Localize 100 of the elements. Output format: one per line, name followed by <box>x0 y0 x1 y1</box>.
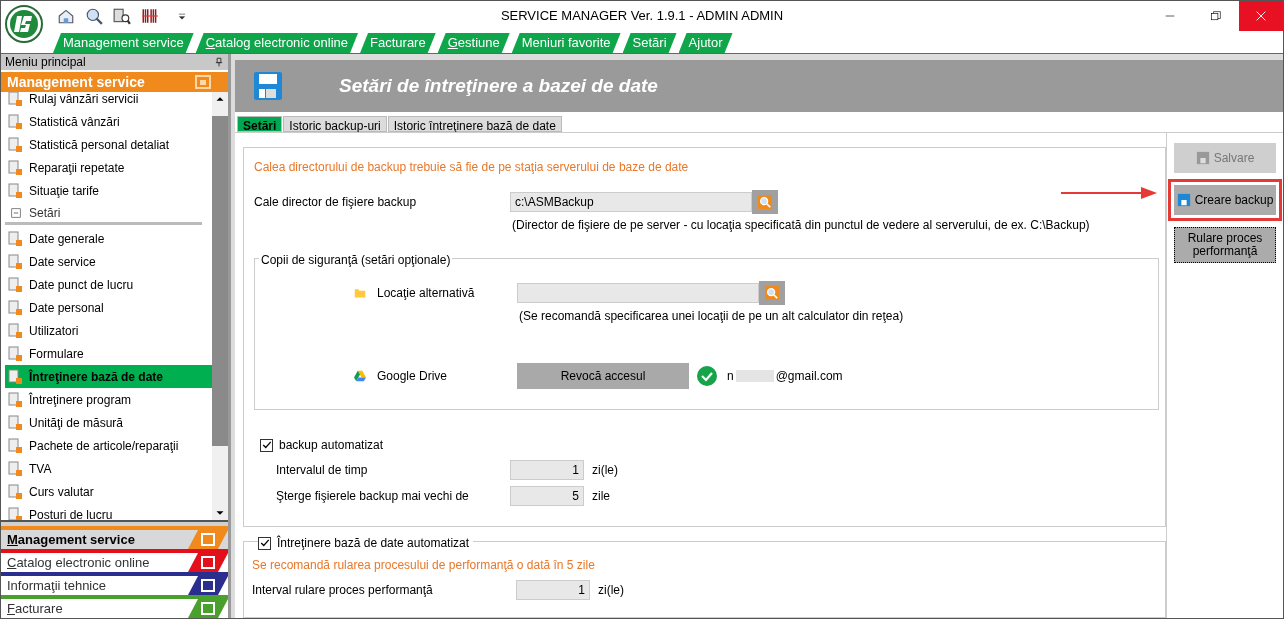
sidebar-item[interactable]: Formulare <box>5 342 212 365</box>
checkbox[interactable] <box>260 438 273 452</box>
barcode-icon <box>141 7 159 25</box>
magnifier-icon <box>765 286 779 300</box>
document-icon <box>7 230 23 247</box>
document-icon <box>7 136 23 153</box>
sidebar-item[interactable]: Rulaj vânzări servicii <box>5 92 212 110</box>
document-icon <box>7 391 23 408</box>
sidebar-item[interactable]: Date personal <box>5 296 212 319</box>
document-icon <box>7 322 23 339</box>
action-button[interactable]: Rulare proces performanţă <box>1174 227 1276 263</box>
section-label: Informaţii tehnice <box>6 576 106 595</box>
tab[interactable]: Istoric întreţinere bază de date <box>387 116 562 132</box>
sidebar-item[interactable]: Pachete de articole/reparaţii <box>5 434 212 457</box>
checkbox[interactable] <box>258 536 271 550</box>
section-icon <box>188 553 228 572</box>
document-search-icon <box>113 7 131 25</box>
sidebar-section[interactable]: Facturare <box>1 595 228 618</box>
sidebar-item[interactable]: Utilizatori <box>5 319 212 342</box>
warning-note: Calea directorului de backup trebuie să fie de pe staţia serverului de baze de date <box>254 159 690 176</box>
field-label: Şterge fişierele backup mai vechi de <box>275 488 470 505</box>
tab[interactable]: Setări <box>237 116 283 132</box>
field-label: Cale director de fişiere backup <box>254 194 418 211</box>
pin-icon <box>214 57 224 67</box>
section-icon <box>192 74 214 90</box>
action-button[interactable]: Creare backup <box>1174 185 1276 215</box>
document-icon <box>7 414 23 431</box>
sidebar-item[interactable]: Date service <box>5 250 212 273</box>
document-icon <box>7 483 23 500</box>
path-field[interactable]: c:\ASMBackup <box>510 192 752 212</box>
sidebar-item[interactable]: Date punct de lucru <box>5 273 212 296</box>
window-title: SERVICE MANAGER Ver. 1.9.1 - ADMIN ADMIN <box>499 7 785 26</box>
browse-button[interactable] <box>759 281 785 305</box>
sidebar-item[interactable]: Situaţie tarife <box>5 179 212 202</box>
section-title: Management service <box>7 72 145 92</box>
number-field[interactable]: 1 <box>516 580 590 600</box>
revoke-button[interactable]: Revocă accesul <box>517 363 689 389</box>
unit-label: zi(le) <box>598 582 624 599</box>
sidebar-item[interactable]: Statistică vânzări <box>5 110 212 133</box>
folder-icon <box>353 287 367 299</box>
sidebar-item[interactable]: Reparaţii repetate <box>5 156 212 179</box>
document-icon <box>7 276 23 293</box>
checkbox-label: backup automatizat <box>279 437 384 454</box>
group-header[interactable]: Setări <box>5 204 202 225</box>
checkmark-icon <box>259 538 270 548</box>
sidebar-item[interactable]: Curs valutar <box>5 480 212 503</box>
sidebar-item[interactable]: Întreţinere bază de date <box>5 365 212 388</box>
document-icon <box>7 182 23 199</box>
triangle-icon <box>353 370 367 382</box>
tab[interactable]: Istoric backup-uri <box>283 116 387 132</box>
document-icon <box>7 506 23 520</box>
document-icon <box>7 159 23 176</box>
section-label: Catalog electronic online <box>6 553 150 572</box>
document-icon <box>7 299 23 316</box>
section-icon <box>188 599 228 618</box>
section-label: Management service <box>6 530 135 549</box>
dropdown-icon <box>177 11 187 21</box>
group-label: Setări <box>29 205 61 222</box>
checkbox-label: Întreţinere bază de date automatizat <box>271 534 474 552</box>
document-icon <box>7 437 23 454</box>
home-icon <box>57 7 75 25</box>
search-icon <box>85 7 103 25</box>
sidebar-section[interactable]: Catalog electronic online <box>1 549 228 572</box>
location-field[interactable] <box>517 283 759 303</box>
section-icon <box>188 530 228 549</box>
document-icon <box>7 460 23 477</box>
close-icon <box>1256 11 1266 21</box>
document-icon <box>7 345 23 362</box>
logo-icon <box>4 4 44 44</box>
sidebar-item[interactable]: Unităţi de măsură <box>5 411 212 434</box>
restore-icon <box>1211 11 1221 21</box>
sidebar-item[interactable]: Posturi de lucru <box>5 503 212 520</box>
sidebar-item[interactable]: Statistică personal detaliat <box>5 133 212 156</box>
field-label: Interval rulare proces performanţă <box>252 582 434 599</box>
field-label: Locaţie alternativă <box>377 285 476 302</box>
sidebar-item[interactable]: Date generale <box>5 227 212 250</box>
email-text: @gmail.com <box>775 368 843 385</box>
section-icon <box>188 576 228 595</box>
unit-label: zile <box>592 488 610 505</box>
sidebar-item[interactable]: Întreţinere program <box>5 388 212 411</box>
document-icon <box>7 368 23 385</box>
number-field[interactable]: 1 <box>510 460 584 480</box>
browse-button[interactable] <box>752 190 778 214</box>
warning-note: Se recomandă rularea procesului de performanţă o dată în 5 zile <box>252 557 596 574</box>
hint-text: (Se recomandă specificarea unei locaţii de pe un alt calculator din reţea) <box>519 308 905 325</box>
sidebar-title: Meniu principal <box>5 54 86 71</box>
checkmark-icon <box>261 440 272 450</box>
sidebar-section[interactable]: Informaţii tehnice <box>1 572 228 595</box>
document-icon <box>7 253 23 270</box>
number-field[interactable]: 5 <box>510 486 584 506</box>
field-label: Intervalul de timp <box>275 462 369 479</box>
sidebar-section[interactable]: Management service <box>1 526 228 549</box>
redaction-block <box>735 370 774 382</box>
section-label: Facturare <box>6 599 63 618</box>
page-title: Setări de întreţinere a bazei de date <box>339 73 658 98</box>
hint-text: (Director de fişiere de pe server - cu locaţia specificată din punctul de vedere al serverului, de ex. C:\Backup) <box>512 217 1091 234</box>
email-text: n <box>727 368 734 385</box>
sidebar-item[interactable]: TVA <box>5 457 212 480</box>
field-label: Google Drive <box>377 368 449 385</box>
scrollbar[interactable] <box>212 92 228 520</box>
